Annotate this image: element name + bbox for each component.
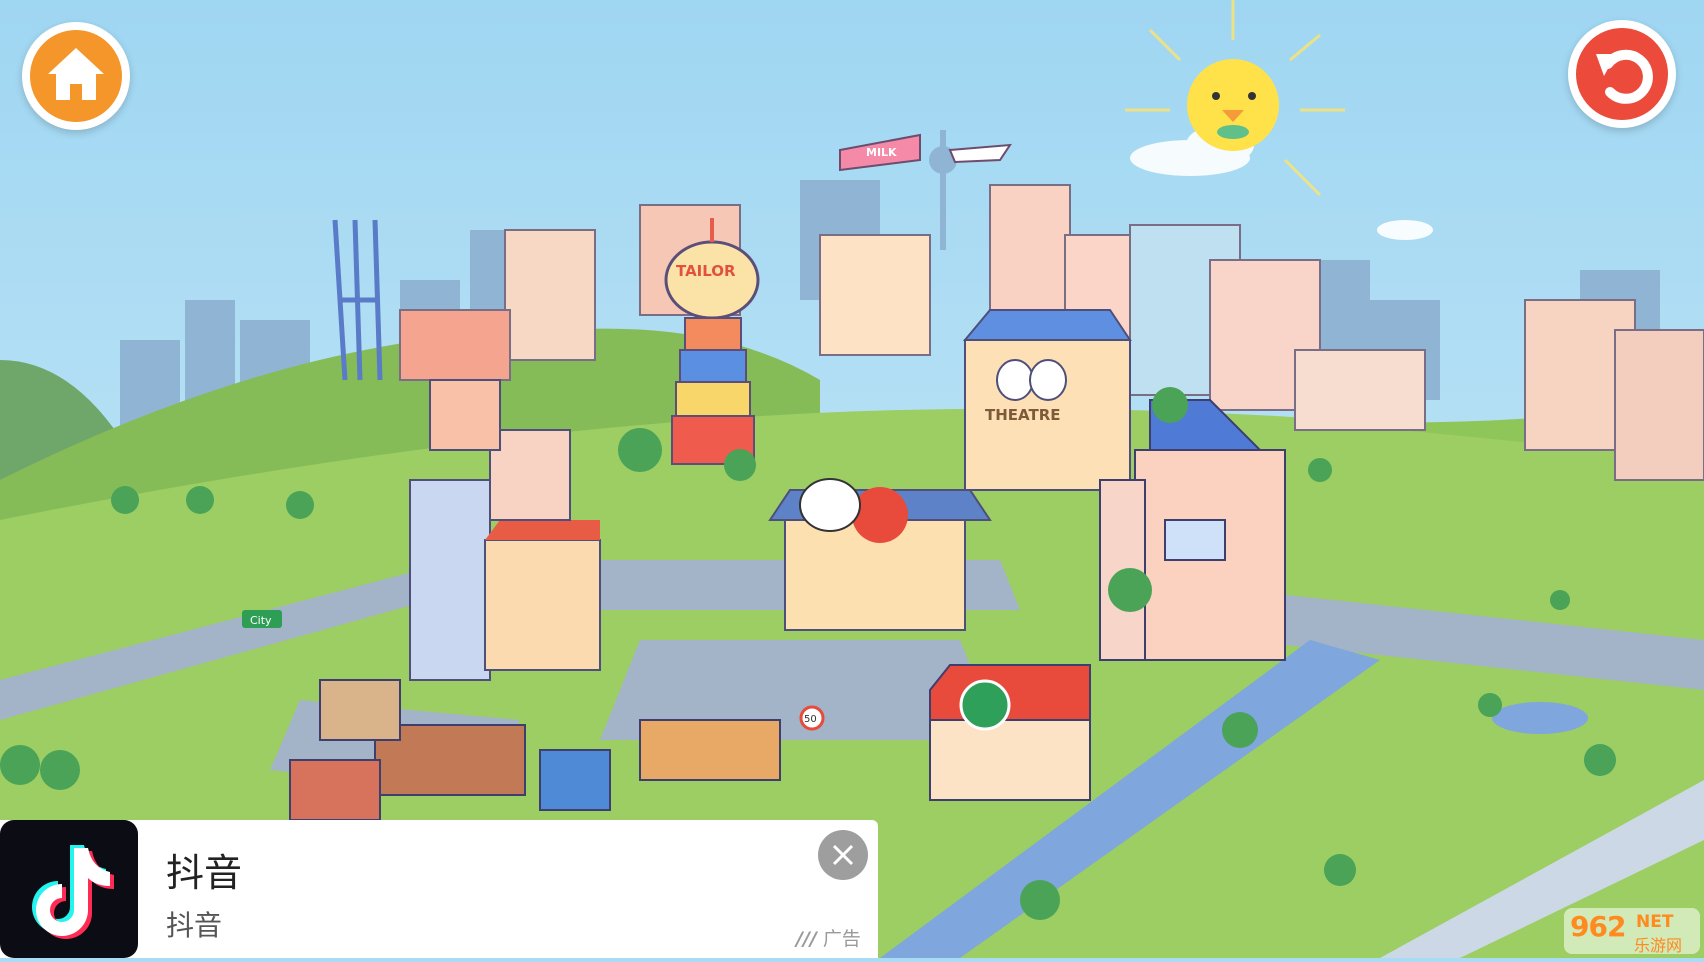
speed-limit-text: 50 [804,714,817,725]
watermark-number: 962 [1570,910,1626,943]
undo-button[interactable] [1568,20,1676,128]
watermark-logo: 962 NET 乐游网 [1564,908,1700,955]
ad-mark-icon: /// [796,928,817,950]
city-map-scene: MILK TAILOR THEATRE City 50 [0,0,1704,958]
watermark-net: NET [1636,912,1674,932]
ad-label-text: 广告 [822,928,861,950]
tiktok-icon[interactable] [0,820,138,958]
ad-label: /// 广告 [796,924,861,951]
milk-banner-text: MILK [866,146,897,159]
ad-close-button[interactable] [818,830,868,880]
tailor-sign: TAILOR [676,262,736,280]
close-icon [832,844,854,866]
home-button[interactable] [22,22,130,130]
speed-limit-sign: 50 [799,705,825,731]
supermarket [929,664,1091,801]
home-icon [48,48,104,100]
ad-title[interactable]: 抖音 [166,842,242,897]
theatre-building: THEATRE [962,309,1132,491]
city-sign: City [242,610,282,628]
city-sign-text: City [250,614,272,627]
watermark-cn: 乐游网 [1634,936,1683,955]
ad-subtitle: 抖音 [166,909,223,942]
pond [1492,702,1588,734]
grocery-store [768,478,992,631]
undo-icon [1596,49,1653,104]
ad-banner[interactable] [0,820,878,958]
theatre-sign: THEATRE [985,406,1061,424]
